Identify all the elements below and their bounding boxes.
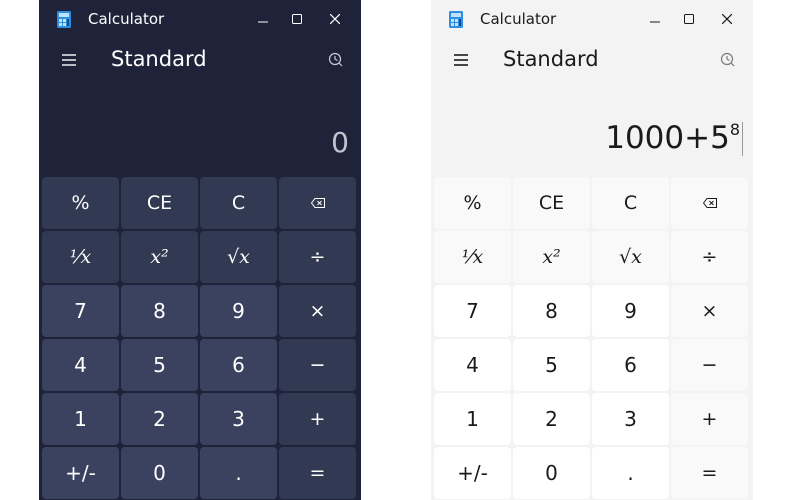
result-display: 0 — [331, 126, 349, 178]
title-bar: Calculator — [39, 0, 361, 38]
minimize-icon — [258, 21, 268, 23]
hamburger-icon — [454, 54, 468, 66]
minus-key[interactable]: − — [671, 339, 748, 391]
digit-2-key[interactable]: 2 — [513, 393, 590, 445]
digit-7-key[interactable]: 7 — [434, 285, 511, 337]
digit-0-key[interactable]: 0 — [121, 447, 198, 499]
digit-1-key[interactable]: 1 — [42, 393, 119, 445]
negate-key[interactable]: +/- — [42, 447, 119, 499]
display-value: 1000+5 — [605, 120, 730, 156]
digit-6-key[interactable]: 6 — [592, 339, 669, 391]
history-button[interactable] — [323, 47, 349, 73]
history-button[interactable] — [715, 47, 741, 73]
maximize-button[interactable] — [673, 4, 705, 34]
clear-key[interactable]: C — [592, 177, 669, 229]
hamburger-icon — [62, 54, 76, 66]
backspace-key[interactable] — [671, 177, 748, 229]
calculator-header: Standard — [39, 40, 361, 80]
digit-8-key[interactable]: 8 — [513, 285, 590, 337]
decimal-key[interactable]: . — [592, 447, 669, 499]
square-key[interactable]: x² — [121, 231, 198, 283]
window-title: Calculator — [480, 10, 557, 28]
digit-5-key[interactable]: 5 — [121, 339, 198, 391]
digit-3-key[interactable]: 3 — [592, 393, 669, 445]
history-icon — [720, 52, 735, 67]
calculator-header: Standard — [431, 40, 753, 80]
plus-key[interactable]: + — [671, 393, 748, 445]
plus-key[interactable]: + — [279, 393, 356, 445]
minimize-icon — [650, 21, 660, 23]
digit-0-key[interactable]: 0 — [513, 447, 590, 499]
digit-9-key[interactable]: 9 — [592, 285, 669, 337]
digit-1-key[interactable]: 1 — [434, 393, 511, 445]
mode-title: Standard — [503, 47, 599, 71]
close-button[interactable] — [711, 4, 743, 34]
navigation-menu-button[interactable] — [447, 46, 475, 74]
keypad: % CE C ⅟x x² √x ÷ 7 8 9 × 4 5 6 − 1 2 3 … — [42, 177, 358, 499]
digit-4-key[interactable]: 4 — [434, 339, 511, 391]
equals-key[interactable]: = — [671, 447, 748, 499]
close-icon — [722, 14, 732, 24]
calculator-app-icon — [449, 11, 463, 28]
divide-key[interactable]: ÷ — [279, 231, 356, 283]
square-key[interactable]: x² — [513, 231, 590, 283]
navigation-menu-button[interactable] — [55, 46, 83, 74]
keypad: % CE C ⅟x x² √x ÷ 7 8 9 × 4 5 6 − 1 2 3 … — [434, 177, 750, 499]
percent-key[interactable]: % — [42, 177, 119, 229]
display-exponent: 8 — [729, 119, 740, 139]
digit-3-key[interactable]: 3 — [200, 393, 277, 445]
digit-7-key[interactable]: 7 — [42, 285, 119, 337]
digit-8-key[interactable]: 8 — [121, 285, 198, 337]
window-title: Calculator — [88, 10, 165, 28]
backspace-key[interactable] — [279, 177, 356, 229]
digit-5-key[interactable]: 5 — [513, 339, 590, 391]
minus-key[interactable]: − — [279, 339, 356, 391]
close-icon — [330, 14, 340, 24]
minimize-button[interactable] — [247, 4, 279, 34]
clear-entry-key[interactable]: CE — [513, 177, 590, 229]
clear-entry-key[interactable]: CE — [121, 177, 198, 229]
multiply-key[interactable]: × — [671, 285, 748, 337]
equals-key[interactable]: = — [279, 447, 356, 499]
calculator-app-icon — [57, 11, 71, 28]
digit-2-key[interactable]: 2 — [121, 393, 198, 445]
backspace-icon — [310, 198, 325, 208]
maximize-button[interactable] — [281, 4, 313, 34]
reciprocal-key[interactable]: ⅟x — [434, 231, 511, 283]
square-root-key[interactable]: √x — [592, 231, 669, 283]
backspace-icon — [702, 198, 717, 208]
mode-title: Standard — [111, 47, 207, 71]
multiply-key[interactable]: × — [279, 285, 356, 337]
digit-6-key[interactable]: 6 — [200, 339, 277, 391]
maximize-icon — [684, 14, 694, 24]
calculator-window-dark: Calculator Standard 0 % CE C ⅟x x² √x ÷ … — [39, 0, 361, 500]
display-value: 0 — [331, 126, 349, 159]
calculator-window-light: Calculator Standard 1000+58 % CE C ⅟x x²… — [431, 0, 753, 500]
text-caret — [742, 122, 743, 156]
negate-key[interactable]: +/- — [434, 447, 511, 499]
decimal-key[interactable]: . — [200, 447, 277, 499]
result-display: 1000+58 — [605, 120, 743, 172]
reciprocal-key[interactable]: ⅟x — [42, 231, 119, 283]
divide-key[interactable]: ÷ — [671, 231, 748, 283]
maximize-icon — [292, 14, 302, 24]
percent-key[interactable]: % — [434, 177, 511, 229]
title-bar: Calculator — [431, 0, 753, 38]
history-icon — [328, 52, 343, 67]
square-root-key[interactable]: √x — [200, 231, 277, 283]
digit-4-key[interactable]: 4 — [42, 339, 119, 391]
clear-key[interactable]: C — [200, 177, 277, 229]
digit-9-key[interactable]: 9 — [200, 285, 277, 337]
minimize-button[interactable] — [639, 4, 671, 34]
close-button[interactable] — [319, 4, 351, 34]
